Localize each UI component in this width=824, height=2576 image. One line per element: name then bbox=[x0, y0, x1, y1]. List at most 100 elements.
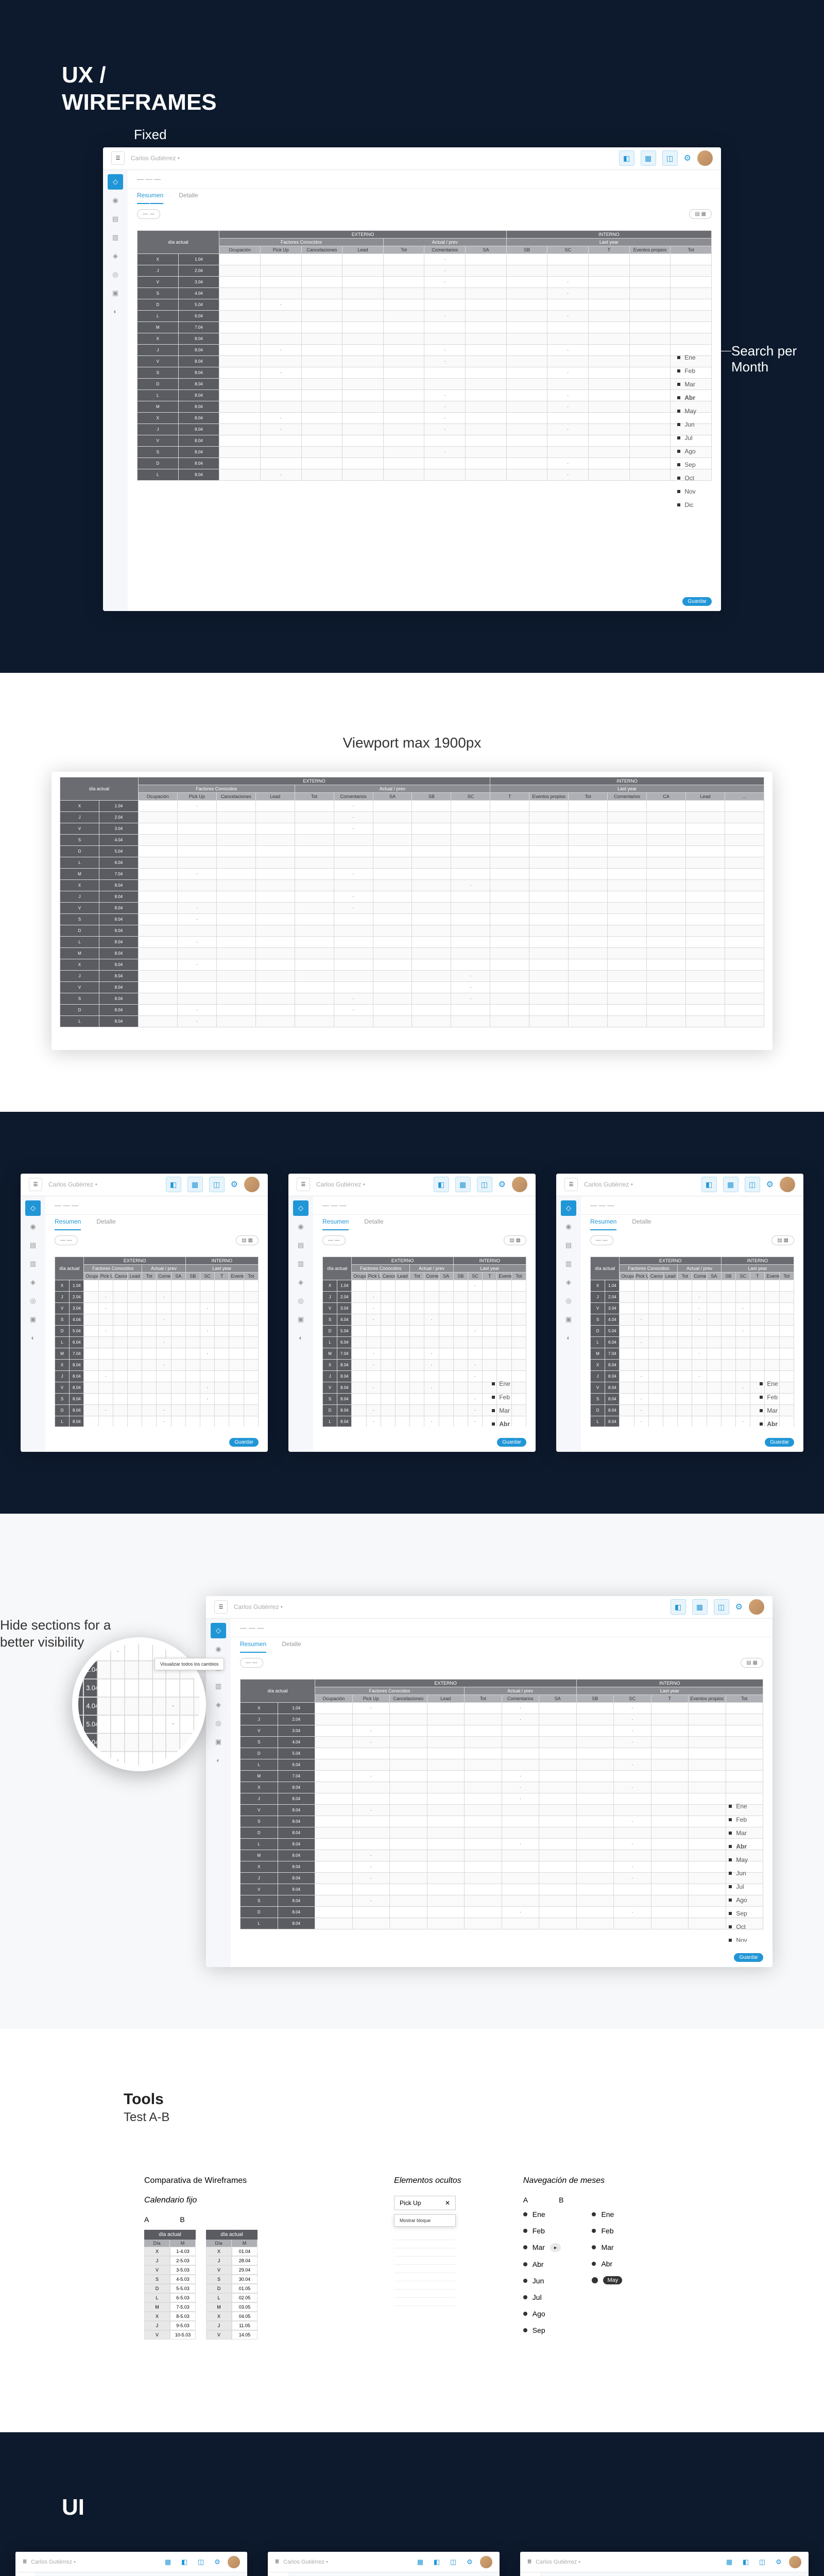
sidebar-item-6[interactable]: ▣ bbox=[108, 285, 123, 301]
gear-icon[interactable]: ⚙ bbox=[211, 2556, 224, 2568]
sidebar-item-4[interactable]: ◈ bbox=[293, 1275, 308, 1290]
month-item-Jun[interactable]: Jun bbox=[677, 421, 696, 428]
action-1-icon[interactable]: ◧ bbox=[434, 1177, 449, 1192]
sidebar-item-2[interactable]: ▤ bbox=[108, 211, 123, 227]
month-item-May[interactable]: May bbox=[677, 408, 696, 415]
avatar[interactable] bbox=[789, 2556, 801, 2568]
grid-icon[interactable]: ▦ bbox=[723, 2556, 735, 2568]
action-3-icon[interactable]: ◫ bbox=[745, 1177, 760, 1192]
sidebar-item-1[interactable]: ◉ bbox=[108, 193, 123, 208]
sidebar-item-0[interactable]: ◇ bbox=[211, 1623, 226, 1638]
tools-icon[interactable]: ◫ bbox=[195, 2556, 207, 2568]
view-toggle[interactable]: ▤ ▦ bbox=[741, 1658, 763, 1668]
sidebar-item-7[interactable]: ◐ bbox=[25, 1330, 41, 1346]
month-item-Jun[interactable]: Jun bbox=[729, 1870, 748, 1877]
sidebar-item-7[interactable]: ◐ bbox=[561, 1330, 576, 1346]
filter-button[interactable]: — — bbox=[55, 1235, 78, 1245]
grid-icon[interactable]: ▦ bbox=[162, 2556, 174, 2568]
avatar[interactable] bbox=[697, 150, 713, 166]
layout-icon[interactable]: ◧ bbox=[431, 2556, 443, 2568]
tab-detalle[interactable]: Detalle bbox=[282, 1640, 301, 1653]
month-item-Abr[interactable]: Abr bbox=[492, 1420, 511, 1427]
nav-a-Jun[interactable]: Jun bbox=[523, 2277, 561, 2285]
tab-resumen[interactable]: Resumen bbox=[590, 1218, 616, 1230]
month-item-Nov[interactable]: Nov bbox=[677, 488, 696, 495]
sidebar-item-7[interactable]: ◐ bbox=[108, 304, 123, 319]
tab-resumen[interactable]: Resumen bbox=[240, 1640, 266, 1653]
avatar[interactable] bbox=[780, 1177, 795, 1192]
avatar[interactable] bbox=[480, 2556, 492, 2568]
month-item-Feb[interactable]: Feb bbox=[729, 1816, 748, 1823]
month-item-Ene[interactable]: Ene bbox=[492, 1380, 511, 1387]
action-1-icon[interactable]: ◧ bbox=[166, 1177, 181, 1192]
sidebar-item-5[interactable]: ◎ bbox=[211, 1716, 226, 1731]
avatar[interactable] bbox=[244, 1177, 260, 1192]
avatar[interactable] bbox=[749, 1599, 764, 1615]
action-3-icon[interactable]: ◫ bbox=[209, 1177, 225, 1192]
sidebar-item-3[interactable]: ▥ bbox=[561, 1256, 576, 1272]
sidebar-item-3[interactable]: ▥ bbox=[293, 1256, 308, 1272]
tools-icon[interactable]: ◫ bbox=[756, 2556, 768, 2568]
action-2-icon[interactable]: ▦ bbox=[187, 1177, 203, 1192]
save-button[interactable]: Guardar bbox=[734, 1953, 763, 1962]
view-toggle[interactable]: ▤ ▦ bbox=[504, 1235, 526, 1245]
menu-icon[interactable]: ☰ bbox=[23, 2559, 27, 2565]
close-icon[interactable]: ✕ bbox=[445, 2199, 450, 2207]
filter-button[interactable]: — — bbox=[322, 1235, 346, 1245]
month-item-Oct[interactable]: Oct bbox=[677, 474, 696, 482]
save-button[interactable]: Guardar bbox=[682, 597, 712, 606]
sidebar-item-3[interactable]: ▥ bbox=[108, 230, 123, 245]
action-2-icon[interactable]: ▦ bbox=[723, 1177, 739, 1192]
view-toggle[interactable]: ▤ ▦ bbox=[236, 1235, 259, 1245]
action-2-icon[interactable]: ▦ bbox=[641, 150, 656, 166]
nav-a-Jul[interactable]: Jul bbox=[523, 2293, 561, 2301]
month-item-Mar[interactable]: Mar bbox=[729, 1829, 748, 1837]
month-item-Feb[interactable]: Feb bbox=[760, 1394, 779, 1401]
sidebar-item-2[interactable]: ▤ bbox=[293, 1238, 308, 1253]
action-3-icon[interactable]: ◫ bbox=[714, 1599, 729, 1615]
layout-icon[interactable]: ◧ bbox=[178, 2556, 191, 2568]
month-item-Feb[interactable]: Feb bbox=[492, 1394, 511, 1401]
tools-icon[interactable]: ◫ bbox=[447, 2556, 459, 2568]
month-item-Abr[interactable]: Abr bbox=[729, 1843, 748, 1850]
sidebar-item-1[interactable]: ◉ bbox=[211, 1641, 226, 1657]
sidebar-item-5[interactable]: ◎ bbox=[108, 267, 123, 282]
action-1-icon[interactable]: ◧ bbox=[701, 1177, 717, 1192]
sidebar-item-4[interactable]: ◈ bbox=[25, 1275, 41, 1290]
menu-icon[interactable]: ☰ bbox=[111, 151, 125, 165]
nav-a-Mar[interactable]: Mar▸ bbox=[523, 2243, 561, 2252]
month-item-Sep[interactable]: Sep bbox=[729, 1910, 748, 1917]
tab-resumen[interactable]: Resumen bbox=[137, 192, 163, 204]
month-item-Ago[interactable]: Ago bbox=[677, 448, 696, 455]
action-2-icon[interactable]: ▦ bbox=[455, 1177, 471, 1192]
nav-a-Feb[interactable]: Feb bbox=[523, 2227, 561, 2235]
hidden-select[interactable]: Pick Up ✕ bbox=[394, 2196, 456, 2210]
filter-button[interactable]: — — bbox=[240, 1658, 263, 1668]
action-3-icon[interactable]: ◫ bbox=[477, 1177, 492, 1192]
sidebar-item-5[interactable]: ◎ bbox=[293, 1293, 308, 1309]
month-item-Ene[interactable]: Ene bbox=[677, 354, 696, 361]
sidebar-item-2[interactable]: ▤ bbox=[561, 1238, 576, 1253]
sidebar-item-0[interactable]: ◇ bbox=[108, 174, 123, 190]
month-item-Mar[interactable]: Mar bbox=[492, 1407, 511, 1414]
month-item-Ene[interactable]: Ene bbox=[760, 1380, 779, 1387]
sidebar-item-3[interactable]: ▥ bbox=[25, 1256, 41, 1272]
sidebar-item-2[interactable]: ▤ bbox=[25, 1238, 41, 1253]
nav-a-Abr[interactable]: Abr bbox=[523, 2260, 561, 2268]
sidebar-item-4[interactable]: ◈ bbox=[211, 1697, 226, 1713]
nav-b-May[interactable]: May bbox=[592, 2276, 622, 2284]
gear-icon[interactable]: ⚙ bbox=[231, 1179, 238, 1190]
sidebar-item-4[interactable]: ◈ bbox=[561, 1275, 576, 1290]
gear-icon[interactable]: ⚙ bbox=[684, 153, 691, 163]
sidebar-item-1[interactable]: ◉ bbox=[561, 1219, 576, 1234]
menu-icon[interactable]: ☰ bbox=[29, 1178, 42, 1191]
month-item-Ene[interactable]: Ene bbox=[729, 1803, 748, 1810]
tab-detalle[interactable]: Detalle bbox=[179, 192, 198, 204]
save-button[interactable]: Guardar bbox=[497, 1438, 526, 1447]
save-button[interactable]: Guardar bbox=[229, 1438, 259, 1447]
sidebar-item-3[interactable]: ▥ bbox=[211, 1679, 226, 1694]
view-toggle[interactable]: ▤ ▦ bbox=[689, 209, 712, 219]
month-item-Ago[interactable]: Ago bbox=[729, 1896, 748, 1904]
sidebar-item-5[interactable]: ◎ bbox=[25, 1293, 41, 1309]
month-item-Dic[interactable]: Dic bbox=[677, 501, 696, 509]
